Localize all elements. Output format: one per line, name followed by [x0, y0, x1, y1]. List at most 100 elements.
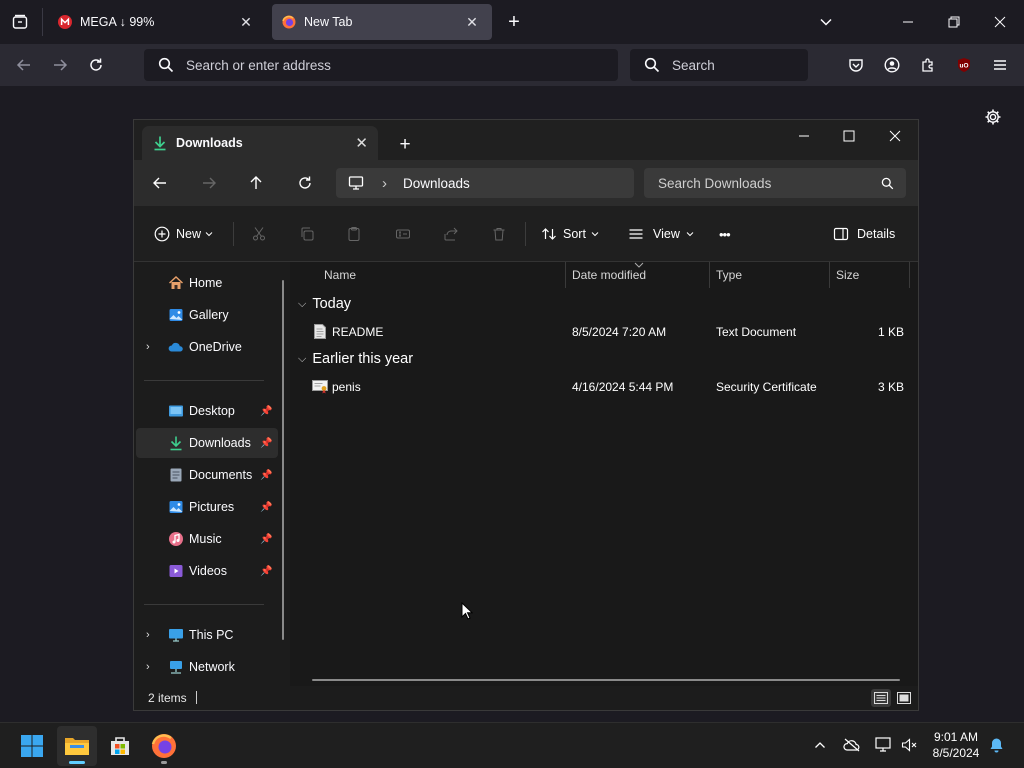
- volume-tray-button[interactable]: [899, 735, 919, 755]
- collapse-chevron-icon[interactable]: ⌵: [298, 298, 306, 311]
- explorer-minimize-button[interactable]: [792, 124, 816, 148]
- nav-item-desktop[interactable]: Desktop 📌: [136, 396, 278, 426]
- explorer-address-bar[interactable]: › Downloads: [336, 168, 634, 198]
- rename-button[interactable]: [395, 220, 411, 248]
- url-bar[interactable]: Search or enter address: [144, 49, 618, 81]
- minimize-button[interactable]: [896, 10, 920, 34]
- taskbar-firefox[interactable]: [144, 726, 184, 766]
- taskbar-clock[interactable]: 9:01 AM 8/5/2024: [918, 729, 994, 761]
- save-to-pocket-button[interactable]: [844, 53, 868, 77]
- file-name: README: [332, 325, 384, 339]
- nav-item-onedrive[interactable]: › OneDrive: [136, 332, 278, 362]
- group-header-today[interactable]: ⌵ Today: [298, 296, 351, 312]
- notifications-button[interactable]: [986, 735, 1006, 755]
- breadcrumb-location[interactable]: Downloads: [403, 176, 470, 191]
- explorer-close-button[interactable]: [883, 124, 907, 148]
- pin-icon[interactable]: 📌: [260, 438, 272, 449]
- nav-item-home[interactable]: Home: [136, 268, 278, 298]
- forward-button[interactable]: [48, 53, 72, 77]
- large-icons-view-button[interactable]: [894, 689, 914, 707]
- nav-item-downloads[interactable]: Downloads 📌: [136, 428, 278, 458]
- taskbar-file-explorer[interactable]: [57, 726, 97, 766]
- start-button[interactable]: [12, 726, 52, 766]
- explorer-search-box[interactable]: Search Downloads: [644, 168, 906, 198]
- restore-button[interactable]: [942, 10, 966, 34]
- explorer-forward-button[interactable]: [197, 171, 221, 195]
- new-button[interactable]: New: [154, 220, 213, 248]
- nav-item-network[interactable]: › Network: [136, 652, 278, 682]
- onedrive-tray-button[interactable]: [841, 735, 863, 755]
- explorer-refresh-button[interactable]: [293, 171, 317, 195]
- column-header-name[interactable]: Name: [324, 268, 356, 282]
- web-search-bar[interactable]: Search: [630, 49, 808, 81]
- see-more-button[interactable]: •••: [719, 220, 731, 248]
- details-view-button[interactable]: [871, 689, 891, 707]
- share-button[interactable]: [443, 220, 459, 248]
- pin-icon[interactable]: 📌: [260, 502, 272, 513]
- column-separator[interactable]: [565, 262, 566, 288]
- restore-icon: [948, 16, 960, 28]
- pin-icon[interactable]: 📌: [260, 534, 272, 545]
- column-header-size[interactable]: Size: [836, 268, 859, 282]
- search-bar-placeholder: Search: [672, 57, 715, 73]
- file-row[interactable]: penis 4/16/2024 5:44 PM Security Certifi…: [292, 375, 912, 399]
- close-window-button[interactable]: [988, 10, 1012, 34]
- cut-button[interactable]: [251, 220, 267, 248]
- column-separator[interactable]: [909, 262, 910, 288]
- close-tab-icon[interactable]: ✕: [462, 14, 482, 31]
- pin-icon[interactable]: 📌: [260, 566, 272, 577]
- explorer-maximize-button[interactable]: [837, 124, 861, 148]
- extensions-button[interactable]: [916, 53, 940, 77]
- paste-button[interactable]: [346, 220, 362, 248]
- nav-item-pictures[interactable]: Pictures 📌: [136, 492, 278, 522]
- network-tray-button[interactable]: [873, 735, 895, 755]
- column-header-date-modified[interactable]: Date modified: [572, 268, 646, 282]
- browser-tab-new-tab[interactable]: New Tab ✕: [272, 4, 492, 40]
- pin-icon[interactable]: 📌: [260, 470, 272, 481]
- view-button[interactable]: View: [628, 220, 694, 248]
- nav-item-gallery[interactable]: Gallery: [136, 300, 278, 330]
- details-pane-button[interactable]: Details: [833, 220, 895, 248]
- reload-button[interactable]: [84, 53, 108, 77]
- expand-chevron-icon[interactable]: ›: [146, 341, 150, 353]
- bell-icon: [990, 738, 1002, 753]
- pin-icon[interactable]: 📌: [260, 406, 272, 417]
- sort-button[interactable]: Sort: [541, 220, 599, 248]
- explorer-up-button[interactable]: [244, 171, 268, 195]
- app-menu-button[interactable]: [988, 53, 1012, 77]
- taskbar-microsoft-store[interactable]: [100, 726, 140, 766]
- copy-button[interactable]: [299, 220, 315, 248]
- nav-item-music[interactable]: Music 📌: [136, 524, 278, 554]
- nav-item-documents[interactable]: Documents 📌: [136, 460, 278, 490]
- collapse-chevron-icon[interactable]: ⌵: [298, 353, 306, 366]
- close-tab-icon[interactable]: ✕: [355, 134, 368, 152]
- explorer-back-button[interactable]: [148, 171, 172, 195]
- explorer-new-tab-button[interactable]: +: [392, 132, 418, 158]
- ublock-origin-button[interactable]: uO: [952, 53, 976, 77]
- column-separator[interactable]: [829, 262, 830, 288]
- nav-item-this-pc[interactable]: › This PC: [136, 620, 278, 650]
- file-list: Name Date modified Type Size ⌵ Today REA…: [292, 262, 918, 686]
- expand-chevron-icon[interactable]: ›: [146, 629, 150, 641]
- firefox-view-button[interactable]: [8, 10, 32, 34]
- file-list-horizontal-scrollbar[interactable]: [312, 679, 900, 681]
- explorer-tab-downloads[interactable]: Downloads ✕: [142, 126, 378, 160]
- delete-button[interactable]: [491, 220, 507, 248]
- list-all-tabs-button[interactable]: [814, 10, 838, 34]
- column-header-type[interactable]: Type: [716, 268, 742, 282]
- show-hidden-icons-button[interactable]: [810, 735, 830, 755]
- column-separator[interactable]: [709, 262, 710, 288]
- navigation-pane-scrollbar[interactable]: [282, 280, 284, 640]
- search-icon: [881, 177, 894, 189]
- browser-tab-mega[interactable]: MEGA ↓ 99% ✕: [48, 4, 266, 40]
- file-row[interactable]: README 8/5/2024 7:20 AM Text Document 1 …: [292, 320, 912, 344]
- new-tab-button[interactable]: +: [502, 10, 526, 34]
- back-button[interactable]: [12, 53, 36, 77]
- expand-chevron-icon[interactable]: ›: [146, 661, 150, 673]
- nav-item-videos[interactable]: Videos 📌: [136, 556, 278, 586]
- hamburger-menu-icon: [994, 60, 1006, 70]
- close-tab-icon[interactable]: ✕: [236, 14, 256, 31]
- account-button[interactable]: [880, 53, 904, 77]
- group-header-earlier-this-year[interactable]: ⌵ Earlier this year: [298, 351, 413, 367]
- new-tab-settings-button[interactable]: [980, 104, 1006, 130]
